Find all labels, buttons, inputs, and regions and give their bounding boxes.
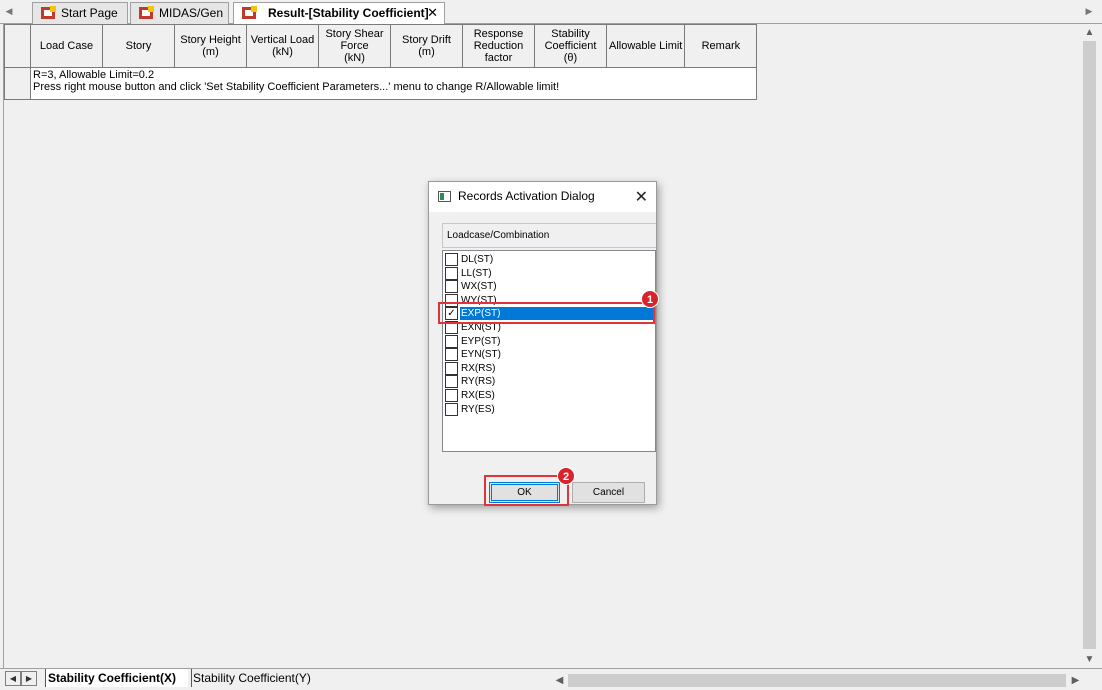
checkbox[interactable] [445,280,458,294]
column-header-story-drift[interactable]: Story Drift (m) [390,24,463,68]
dialog-title-bar[interactable]: Records Activation Dialog ✕ [429,182,656,212]
vertical-scrollbar[interactable]: ▲ ▼ [1081,24,1098,668]
column-header-stability-coefficient[interactable]: Stability Coefficient (θ) [534,24,607,68]
tab-label: Result-[Stability Coefficient] [268,6,429,20]
loadcase-list-item[interactable]: RY(ES) [444,402,654,417]
dialog-window-icon [438,191,451,202]
sheet-tab-stability-coefficient-y[interactable]: Stability Coefficient(Y) [191,669,331,687]
column-header-load-case[interactable]: Load Case [30,24,103,68]
sheet-tab-stability-coefficient-x[interactable]: Stability Coefficient(X) [45,669,188,687]
row-header-cell[interactable] [4,67,31,100]
loadcase-label: RY(RS) [461,376,496,388]
annotation-badge-1: 1 [641,290,659,308]
table-note-line-1: R=3, Allowable Limit=0.2 [33,69,155,81]
loadcase-list-item[interactable]: RY(RS) [444,375,654,389]
midas-app-icon [139,6,154,19]
horizontal-scrollbar[interactable]: ◀ ▶ [551,672,1101,689]
corner-header-cell[interactable] [4,24,31,68]
sheet-prev-icon[interactable]: ◀ [5,671,21,686]
loadcase-label: LL(ST) [461,267,492,279]
dialog-title: Records Activation Dialog [458,189,595,203]
checkbox[interactable] [445,348,458,362]
checkbox[interactable] [445,361,458,375]
loadcase-label: EYP(ST) [461,335,501,347]
loadcase-list-item[interactable]: LL(ST) [444,266,654,281]
tab-scroll-right-icon[interactable]: ▶ [1082,4,1096,18]
document-tab-bar: ◀ Start Page MIDAS/Gen Result-[Stability… [0,0,1102,25]
loadcase-label: RY(ES) [461,403,495,415]
column-header-story-shear-force[interactable]: Story Shear Force (kN) [318,24,391,68]
column-header-story-height[interactable]: Story Height (m) [174,24,247,68]
records-activation-dialog: Records Activation Dialog ✕ Loadcase/Com… [428,181,657,505]
column-header-allowable-limit[interactable]: Allowable Limit [605,24,686,68]
loadcase-label: WX(ST) [461,281,497,293]
sheet-tab-bar: ◀ ▶ Stability Coefficient(X) Stability C… [0,668,1102,690]
scroll-right-icon[interactable]: ▶ [1067,672,1084,689]
sheet-next-icon[interactable]: ▶ [21,671,37,686]
loadcase-list-item[interactable]: DL(ST) [444,253,654,267]
column-header-vertical-load[interactable]: Vertical Load (kN) [246,24,319,68]
loadcase-column-header[interactable]: Loadcase/Combination [442,223,656,248]
annotation-badge-2: 2 [557,467,575,485]
loadcase-label: RX(ES) [461,390,495,401]
scroll-up-icon[interactable]: ▲ [1081,24,1098,41]
loadcase-list[interactable]: DL(ST) LL(ST) WX(ST) WY(ST) ✓ EXP(ST) EXN(ST) E… [442,250,656,452]
column-header-story[interactable]: Story [102,24,175,68]
loadcase-label: EYN(ST) [461,349,501,361]
tab-label: Start Page [61,6,118,20]
column-header-response-reduction-factor[interactable]: Response Reduction factor [462,24,535,68]
table-note-cell[interactable]: R=3, Allowable Limit=0.2 Press right mou… [29,67,758,100]
tab-start-page[interactable]: Start Page [32,2,128,24]
midas-app-icon [242,6,257,19]
midas-app-icon [41,6,56,19]
tab-scroll-left-icon[interactable]: ◀ [2,4,16,18]
checkbox[interactable] [445,389,458,402]
close-icon[interactable]: ✕ [635,187,648,207]
vertical-scroll-thumb[interactable] [1083,41,1096,649]
close-icon[interactable]: ✕ [427,3,438,23]
checkbox[interactable] [445,253,458,266]
scroll-down-icon[interactable]: ▼ [1081,651,1098,668]
stability-coefficient-table: Load Case Story Story Height (m) Vertica… [4,24,758,100]
loadcase-list-item[interactable]: RX(ES) [444,389,654,403]
checkbox[interactable] [445,334,458,348]
loadcase-label: RX(RS) [461,362,496,374]
loadcase-list-item[interactable]: WX(ST) [444,280,654,294]
scroll-left-icon[interactable]: ◀ [551,672,568,689]
tab-midas-gen[interactable]: MIDAS/Gen [130,2,229,24]
checkbox[interactable] [445,402,458,416]
cancel-button[interactable]: Cancel [572,482,645,503]
column-header-remark[interactable]: Remark [684,24,758,68]
annotation-highlight-exp-item [438,302,655,324]
horizontal-scroll-thumb[interactable] [568,674,1066,687]
annotation-highlight-ok-button [484,475,569,506]
table-note-line-2: Press right mouse button and click 'Set … [33,81,560,93]
loadcase-list-item[interactable]: EYN(ST) [444,348,654,362]
tab-result-stability-coefficient[interactable]: Result-[Stability Coefficient] ✕ [233,2,445,25]
checkbox[interactable] [445,266,458,280]
loadcase-list-item[interactable]: RX(RS) [444,361,654,376]
checkbox[interactable] [445,375,458,389]
loadcase-list-item[interactable]: EYP(ST) [444,334,654,349]
tab-label: MIDAS/Gen [159,6,224,20]
loadcase-label: DL(ST) [461,254,494,265]
